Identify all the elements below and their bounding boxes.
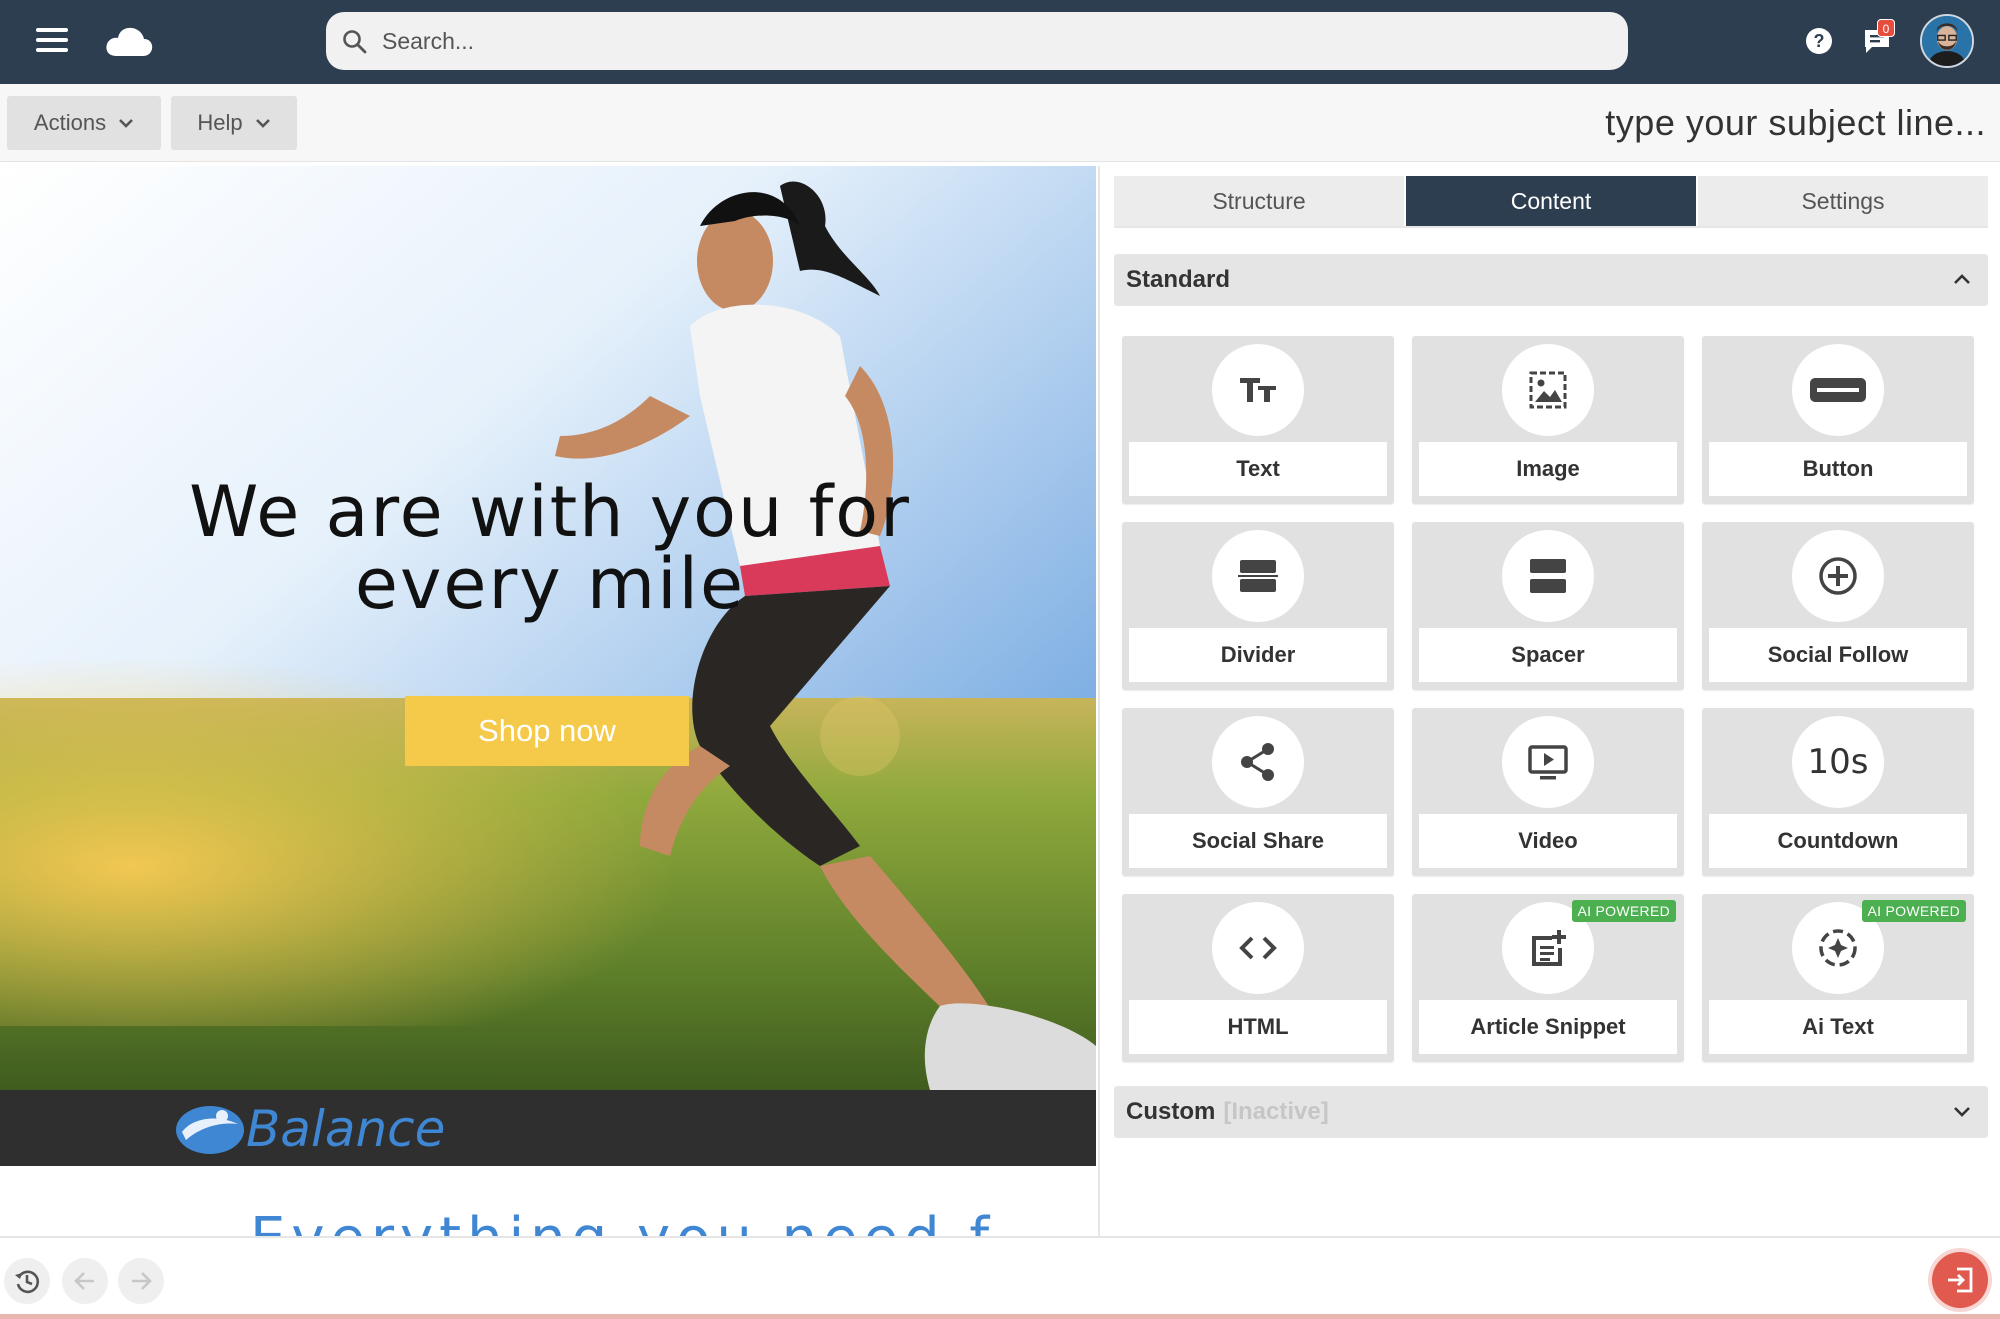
countdown-block-tile[interactable]: 10s Countdown	[1702, 708, 1974, 876]
cloud-logo-icon[interactable]	[104, 22, 154, 60]
tile-label: Ai Text	[1709, 1000, 1967, 1054]
text-block-tile[interactable]: Text	[1122, 336, 1394, 504]
ai-powered-badge: AI POWERED	[1571, 900, 1676, 922]
history-icon	[15, 1270, 39, 1294]
editor-toolbar: Actions Help type your subject line...	[0, 84, 2000, 162]
tile-label: Image	[1419, 442, 1677, 496]
history-button[interactable]	[4, 1258, 50, 1304]
standard-section-title: Standard	[1126, 266, 1231, 293]
hero-image[interactable]: We are with you for every mile Shop now	[0, 166, 1096, 1090]
actions-menu-button[interactable]: Actions	[7, 96, 161, 150]
exit-icon	[1948, 1267, 1973, 1293]
menu-icon[interactable]	[36, 28, 68, 54]
balance-logo-icon	[176, 1106, 244, 1154]
divider-block-tile[interactable]: Divider	[1122, 522, 1394, 690]
plus-circle-icon	[1819, 557, 1857, 595]
search-icon	[343, 30, 367, 54]
article-snippet-block-tile[interactable]: AI POWERED Article Snippet	[1412, 894, 1684, 1062]
spacer-icon	[1530, 559, 1566, 593]
section-heading-partial: Everything you need f	[250, 1206, 995, 1236]
social-share-block-tile[interactable]: Social Share	[1122, 708, 1394, 876]
tile-label: Spacer	[1419, 628, 1677, 682]
tile-label: Video	[1419, 814, 1677, 868]
chevron-up-icon	[1954, 274, 1970, 284]
video-block-tile[interactable]: Video	[1412, 708, 1684, 876]
svg-text:?: ?	[1814, 31, 1825, 51]
custom-section-header[interactable]: Custom [Inactive]	[1114, 1086, 1988, 1138]
hero-heading: We are with you for every mile	[189, 471, 911, 625]
actions-label: Actions	[33, 110, 107, 135]
panel-divider[interactable]	[1098, 166, 1100, 1236]
exit-editor-button[interactable]	[1932, 1252, 1988, 1308]
tile-label: Button	[1709, 442, 1967, 496]
tile-label: Text	[1129, 442, 1387, 496]
tile-label: Social Share	[1129, 814, 1387, 868]
text-icon	[1240, 378, 1276, 402]
html-block-tile[interactable]: HTML	[1122, 894, 1394, 1062]
tab-settings[interactable]: Settings	[1698, 176, 1988, 226]
tile-label: HTML	[1129, 1000, 1387, 1054]
code-icon	[1239, 936, 1277, 960]
image-block-tile[interactable]: Image	[1412, 336, 1684, 504]
content-panel: Structure Content Settings Standard Text	[1110, 166, 1990, 1236]
help-label: Help	[197, 110, 243, 135]
custom-status-label: [Inactive]	[1223, 1098, 1329, 1125]
search-bar	[326, 12, 1628, 70]
shop-now-button[interactable]: Shop now	[405, 696, 689, 766]
countdown-icon: 10s	[1807, 742, 1869, 782]
tile-label: Social Follow	[1709, 628, 1967, 682]
ai-powered-badge: AI POWERED	[1861, 900, 1966, 922]
bottom-edge-strip	[0, 1314, 2000, 1319]
button-icon	[1810, 378, 1866, 402]
bottom-bar	[0, 1236, 2000, 1319]
brand-bar: Balance	[0, 1090, 1096, 1166]
notification-badge: 0	[1877, 19, 1895, 37]
top-navigation-bar: ? 0	[0, 0, 2000, 84]
help-icon[interactable]: ?	[1804, 26, 1834, 56]
subject-line-field[interactable]: type your subject line...	[1605, 102, 1986, 144]
undo-icon	[74, 1272, 94, 1290]
tile-label: Countdown	[1709, 814, 1967, 868]
chevron-down-icon	[255, 119, 270, 128]
article-icon	[1532, 930, 1566, 966]
avatar[interactable]	[1920, 14, 1974, 68]
redo-icon	[132, 1272, 152, 1290]
runner-photo	[0, 166, 1096, 1090]
image-icon	[1529, 371, 1567, 409]
search-input[interactable]	[382, 20, 1602, 62]
undo-button[interactable]	[62, 1258, 108, 1304]
spacer-block-tile[interactable]: Spacer	[1412, 522, 1684, 690]
tab-content[interactable]: Content	[1406, 176, 1698, 226]
tile-label: Article Snippet	[1419, 1000, 1677, 1054]
email-preview-canvas[interactable]: We are with you for every mile Shop now …	[0, 166, 1096, 1236]
social-follow-block-tile[interactable]: Social Follow	[1702, 522, 1974, 690]
tab-structure[interactable]: Structure	[1114, 176, 1406, 226]
brand-name: Balance	[246, 1100, 446, 1158]
chevron-down-icon	[1954, 1107, 1970, 1117]
chevron-down-icon	[119, 119, 133, 128]
redo-button[interactable]	[118, 1258, 164, 1304]
panel-tabs: Structure Content Settings	[1114, 176, 1988, 228]
standard-section-header[interactable]: Standard	[1114, 254, 1988, 306]
help-menu-button[interactable]: Help	[171, 96, 297, 150]
custom-section-title: Custom	[1126, 1098, 1216, 1125]
share-icon	[1241, 743, 1274, 781]
ai-text-block-tile[interactable]: AI POWERED Ai Text	[1702, 894, 1974, 1062]
tile-label: Divider	[1129, 628, 1387, 682]
video-icon	[1528, 745, 1568, 780]
button-block-tile[interactable]: Button	[1702, 336, 1974, 504]
divider-icon	[1238, 560, 1278, 592]
ai-sparkle-icon	[1819, 929, 1857, 967]
